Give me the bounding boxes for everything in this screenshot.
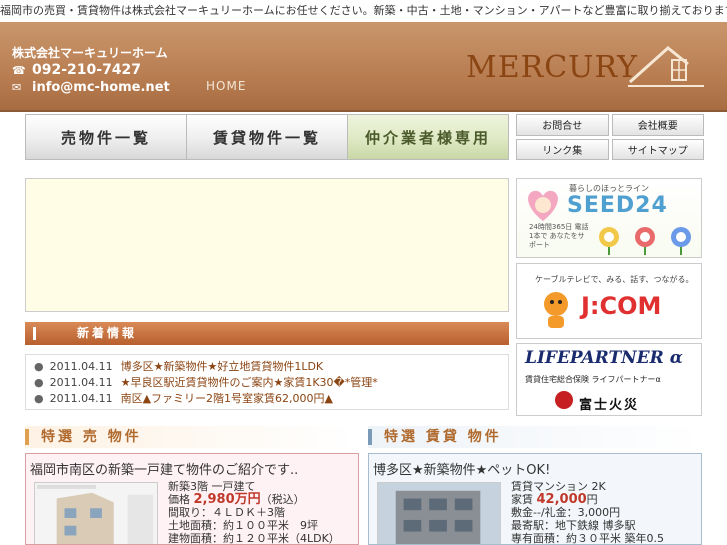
jcom-tagline: ケーブルテレビで、みる、話す、つながる。 bbox=[535, 275, 694, 284]
property-photo[interactable] bbox=[34, 482, 158, 545]
email-address[interactable]: ✉ info@mc-home.net bbox=[12, 80, 170, 95]
property-photo[interactable] bbox=[377, 482, 501, 545]
phone-icon: ☎ bbox=[12, 64, 26, 77]
property-area: 専有面積：約３０平米 築年0.5 bbox=[511, 532, 664, 545]
property-type: 賃貸マンション 2K bbox=[511, 480, 606, 493]
logo-text: MERCURY bbox=[466, 50, 638, 85]
jcom-banner[interactable]: ケーブルテレビで、みる、話す、つながる。 J:COM bbox=[516, 263, 702, 339]
bullet-icon: ● bbox=[34, 376, 44, 389]
news-text: 南区▲ファミリー2階1号室家賃62,000円▲ bbox=[120, 392, 333, 405]
property-land: 土地面積：約１００平米 9坪 bbox=[168, 519, 318, 532]
lifepartner-banner[interactable]: LIFEPARTNER α 賃貸住宅総合保険 ライフパートナーα 富士火災 bbox=[516, 343, 702, 416]
news-header-bar bbox=[33, 327, 36, 340]
news-text: ★早良区駅近賃貸物件のご案内★家賃1K30�*管理* bbox=[120, 376, 378, 389]
property-title[interactable]: 福岡市南区の新築一戸建て物件のご紹介です.. bbox=[30, 459, 298, 478]
property-title[interactable]: 博多区★新築物件★ペットOK! bbox=[373, 459, 550, 478]
nav-tab-rent-list[interactable]: 賃貸物件一覧 bbox=[187, 115, 348, 159]
mail-icon: ✉ bbox=[12, 81, 22, 94]
news-header: 新着情報 bbox=[25, 322, 509, 345]
lifepartner-logo: LIFEPARTNER α bbox=[525, 348, 683, 368]
header-bar bbox=[25, 429, 29, 445]
header-bar bbox=[368, 429, 372, 445]
property-details: 新築3階 一戸建て 価格 2,980万円（税込） 間取り：４ＬＤＫ＋3階 土地面… bbox=[168, 480, 340, 545]
nav-tab-agents-only[interactable]: 仲介業者様専用 bbox=[348, 115, 508, 159]
contact-button[interactable]: お問合せ bbox=[516, 114, 609, 136]
news-list: ● 2011.04.11 博多区★新築物件★好立地賃貸物件1LDK ● 2011.04… bbox=[25, 354, 509, 410]
site-header: 株式会社マーキュリーホーム ☎ 092-210-7427 ✉ info@mc-hom… bbox=[0, 22, 727, 112]
company-name: 株式会社マーキュリーホーム bbox=[12, 46, 168, 60]
featured-rent-title: 特選 賃貸 物件 bbox=[384, 429, 502, 445]
house-logo-icon bbox=[628, 46, 704, 87]
property-station: 最寄駅：地下鉄線 博多駅 bbox=[511, 519, 636, 532]
property-price: 2,980万円 bbox=[193, 492, 261, 507]
phone-number[interactable]: ☎ 092-210-7427 bbox=[12, 62, 141, 78]
seed24-logo: SEED24 bbox=[567, 193, 668, 218]
news-title: 新着情報 bbox=[77, 326, 138, 340]
bullet-icon: ● bbox=[34, 360, 44, 373]
sub-nav: お問合せ 会社概要 リンク集 サイトマップ bbox=[516, 114, 704, 160]
news-date: 2011.04.11 bbox=[49, 360, 113, 373]
top-tagline: 福岡市の売買・賃貸物件は株式会社マーキュリーホームにお任せください。新築・中古・… bbox=[0, 0, 727, 22]
company-profile-button[interactable]: 会社概要 bbox=[611, 114, 704, 136]
fuji-mark-icon bbox=[555, 391, 573, 409]
fuji-kasai-logo: 富士火災 bbox=[579, 398, 640, 413]
featured-rent-header: 特選 賃貸 物件 bbox=[368, 426, 702, 448]
price-label: 価格 bbox=[168, 493, 190, 506]
site-logo[interactable]: MERCURY bbox=[466, 50, 638, 85]
jcom-mascot-icon bbox=[544, 292, 568, 328]
property-deposit: 敷金--/礼金：3,000円 bbox=[511, 506, 621, 519]
sitemap-button[interactable]: サイトマップ bbox=[611, 138, 704, 160]
lifepartner-subtitle: 賃貸住宅総合保険 ライフパートナーα bbox=[525, 375, 661, 384]
links-button[interactable]: リンク集 bbox=[516, 138, 609, 160]
property-price: 42,000 bbox=[536, 492, 587, 507]
property-layout: 間取り：４ＬＤＫ＋3階 bbox=[168, 506, 285, 519]
email-text: info@mc-home.net bbox=[32, 80, 170, 95]
main-banner-area bbox=[25, 178, 509, 312]
news-date: 2011.04.11 bbox=[49, 392, 113, 405]
jcom-logo: J:COM bbox=[581, 292, 662, 320]
featured-sale-card[interactable]: 福岡市南区の新築一戸建て物件のご紹介です.. 新築3階 一戸建て 価格 2,98… bbox=[25, 453, 359, 545]
property-price-row: 価格 2,980万円（税込） bbox=[168, 493, 340, 506]
price-suffix: 円 bbox=[586, 493, 598, 506]
news-item[interactable]: ● 2011.04.11 南区▲ファミリー2階1号室家賃62,000円▲ bbox=[34, 391, 508, 407]
featured-rent-card[interactable]: 博多区★新築物件★ペットOK! 賃貸マンション 2K 家賃 42,000円 敷金… bbox=[368, 453, 702, 545]
featured-sale-title: 特選 売 物件 bbox=[41, 429, 142, 445]
price-suffix: （税込） bbox=[260, 493, 305, 506]
news-item[interactable]: ● 2011.04.11 博多区★新築物件★好立地賃貸物件1LDK bbox=[34, 359, 508, 375]
bullet-icon: ● bbox=[34, 392, 44, 405]
seed24-subtext: 24時間365日 電話1本で あなたをサポート bbox=[529, 223, 589, 249]
flower-icons bbox=[599, 227, 691, 255]
property-building: 建物面積：約１２０平米（4LDK） bbox=[168, 532, 340, 545]
home-link[interactable]: HOME bbox=[206, 79, 246, 93]
heart-mascot-icon bbox=[528, 190, 558, 221]
phone-text: 092-210-7427 bbox=[32, 62, 142, 78]
main-nav: 売物件一覧 賃貸物件一覧 仲介業者様専用 bbox=[25, 114, 509, 160]
nav-tab-sale-list[interactable]: 売物件一覧 bbox=[26, 115, 187, 159]
featured-sale-header: 特選 売 物件 bbox=[25, 426, 359, 448]
property-price-row: 家賃 42,000円 bbox=[511, 493, 664, 506]
seed24-banner[interactable]: 暮らしのほっとライン SEED24 24時間365日 電話1本で あなたをサポー… bbox=[516, 178, 702, 258]
property-details: 賃貸マンション 2K 家賃 42,000円 敷金--/礼金：3,000円 最寄駅… bbox=[511, 480, 664, 545]
news-item[interactable]: ● 2011.04.11 ★早良区駅近賃貸物件のご案内★家賃1K30�*管理* bbox=[34, 375, 508, 391]
price-label: 家賃 bbox=[511, 493, 533, 506]
news-text: 博多区★新築物件★好立地賃貸物件1LDK bbox=[120, 360, 324, 373]
news-date: 2011.04.11 bbox=[49, 376, 113, 389]
